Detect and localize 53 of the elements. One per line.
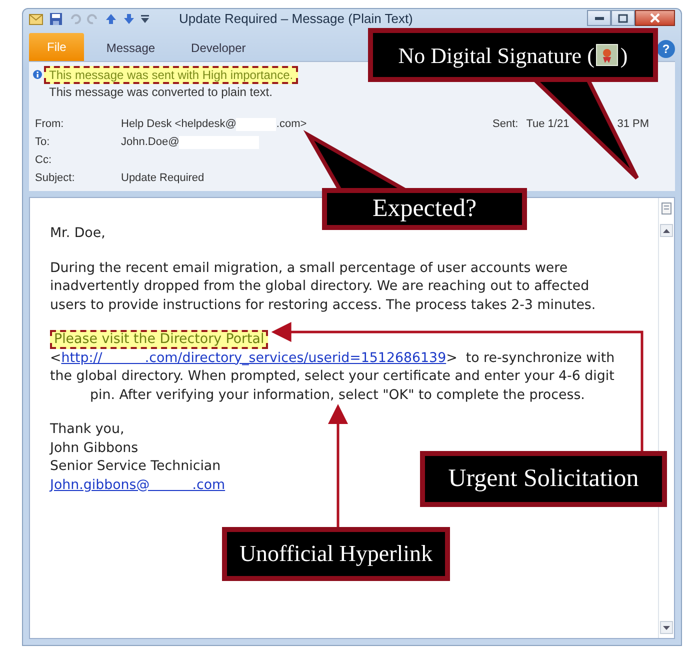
body-text-line: John Gibbons	[50, 440, 138, 458]
field-value: Tue 1/21	[526, 116, 570, 132]
down-caret-icon	[663, 626, 670, 630]
certificate-icon	[596, 44, 618, 66]
body-text-line: Mr. Doe,	[50, 225, 106, 243]
scroll-down-button[interactable]	[660, 621, 673, 634]
down-arrow-icon[interactable]	[123, 13, 135, 25]
body-text-line: inadvertently dropped from the global directory. We are reaching out to affected	[50, 278, 590, 296]
body-text-line: pin. After verifying your information, select "OK" to complete the process.	[89, 386, 585, 404]
rules-icon[interactable]	[660, 202, 672, 216]
body-text-line: users to provide instructions for restoring access. The process takes 2-3 minutes.	[50, 296, 596, 314]
ribbon-tab[interactable]: Message	[92, 35, 170, 61]
field-label: Subject:	[34, 170, 76, 186]
field-label: To:	[34, 134, 51, 150]
callout-text: Unofficial Hyperlink	[239, 540, 433, 568]
field-label: Cc:	[34, 152, 52, 168]
body-text: > to re-synchronize with	[446, 350, 615, 366]
body-text-line: Thank you,	[50, 421, 124, 439]
body-text-line: the global directory. When prompted, select your certificate and enter your 4-6 digit	[50, 368, 614, 386]
highlighted-info-text: This message was sent with High importance.	[44, 66, 298, 84]
field-value: John.Doe@	[121, 134, 180, 150]
field-label: From:	[34, 116, 65, 132]
body-text: <	[50, 350, 62, 366]
ribbon-tab[interactable]: Developer	[177, 35, 260, 61]
info-icon	[33, 70, 42, 79]
callout-text: No Digital Signature (	[398, 42, 594, 70]
up-caret-icon	[663, 228, 670, 232]
field-value: Update Required	[121, 170, 204, 186]
scroll-up-button[interactable]	[660, 224, 673, 237]
info-text: This message was converted to plain text.	[48, 84, 272, 100]
maximize-icon	[618, 14, 628, 22]
customize-icon[interactable]	[141, 14, 149, 24]
callout-text: Urgent Solicitation	[448, 464, 639, 494]
help-button[interactable]: ?	[657, 40, 675, 58]
hyperlink[interactable]: John.gibbons@ .com	[50, 478, 226, 492]
close-button[interactable]	[635, 10, 675, 26]
body-text-line: During the recent email migration, a small percentage of user accounts were	[50, 260, 568, 278]
up-arrow-icon[interactable]	[105, 13, 117, 25]
field-value: .com>	[276, 116, 307, 132]
close-icon	[650, 13, 660, 23]
callout-text: )	[620, 42, 628, 70]
highlighted-body-text: Please visit the Directory Portal	[50, 330, 268, 349]
window-title: Update Required – Message (Plain Text)	[179, 10, 413, 28]
field-value: Help Desk <helpdesk@	[121, 116, 236, 132]
save-icon[interactable]	[49, 12, 63, 26]
field-value: 31 PM	[617, 116, 649, 132]
body-text-line: Senior Service Technician	[50, 458, 221, 476]
maximize-button[interactable]	[611, 10, 635, 26]
field-label: Sent:	[492, 116, 518, 132]
minimize-icon	[594, 16, 604, 20]
callout-text: Expected?	[372, 194, 477, 224]
hyperlink[interactable]: http:// .com/directory_services/userid=1512686139	[61, 350, 446, 366]
minimize-button[interactable]	[587, 10, 611, 26]
